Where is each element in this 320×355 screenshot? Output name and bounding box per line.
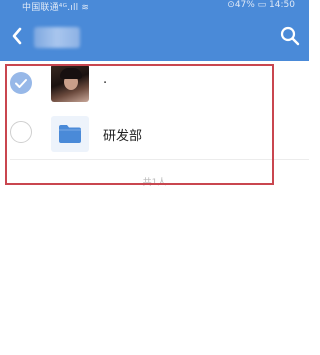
carrier-status: 中国联通⁴ᴳ.ıll ≋ <box>22 3 90 13</box>
status-bar: 中国联通⁴ᴳ.ıll ≋ ⊙47% ▭ 14:50 <box>0 0 309 13</box>
top-bar: 中国联通⁴ᴳ.ıll ≋ ⊙47% ▭ 14:50 <box>0 0 309 61</box>
chevron-left-icon[interactable] <box>8 23 28 49</box>
nav-bar <box>0 13 309 61</box>
search-icon[interactable] <box>279 25 301 47</box>
battery-time-status: ⊙47% ▭ 14:50 <box>227 0 295 10</box>
blurred-title <box>34 27 80 48</box>
highlight-box <box>5 64 274 185</box>
